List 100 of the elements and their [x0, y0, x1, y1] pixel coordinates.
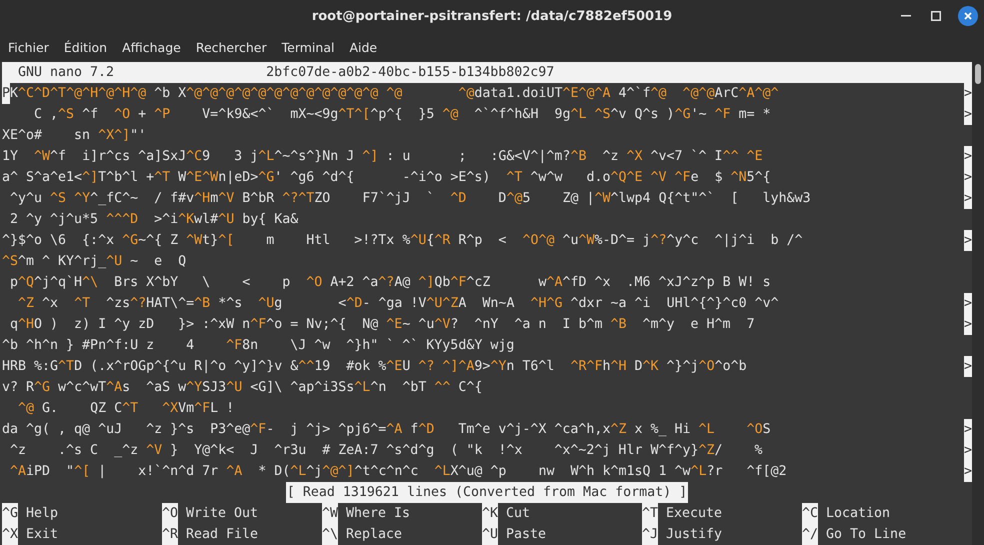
- terminal-text: ^z .^s C _^z: [9, 442, 140, 460]
- control-char-text: ^X: [161, 400, 178, 418]
- shortcut-key: ^\: [322, 524, 338, 545]
- terminal-text: +: [137, 106, 148, 124]
- control-char-text: ^?: [130, 295, 146, 313]
- control-char-text: ^V: [650, 169, 667, 187]
- control-char-text: ^O: [746, 421, 763, 439]
- menu-item[interactable]: Terminal: [282, 40, 342, 54]
- control-char-text: ^H: [18, 316, 34, 334]
- terminal-text: ^v Q^s ): [610, 106, 675, 124]
- terminal-text: p: [9, 274, 18, 292]
- terminal-text: ^x: [41, 295, 60, 313]
- control-char-text: ^Z: [610, 421, 626, 439]
- control-char-text: ^R^F: [570, 358, 602, 376]
- control-char-text: ^B: [610, 316, 626, 334]
- terminal-text: ^w^w d.o: [529, 169, 610, 187]
- control-char-text: ^@: [457, 85, 474, 103]
- control-char-text: ^W: [186, 232, 202, 250]
- control-char-text: ^L: [690, 463, 707, 481]
- terminal-text: O ) z) I ^y zD }> :^xW n: [34, 316, 250, 334]
- shortcut-label: Execute: [666, 505, 722, 523]
- control-char-text: ^Q: [18, 274, 34, 292]
- terminal-text: ^m ^ KY^rj_: [18, 253, 106, 271]
- scrollbar[interactable]: [972, 62, 984, 545]
- close-button[interactable]: [958, 6, 978, 26]
- terminal-text: ^u: [561, 232, 578, 250]
- shortcut-key: ^G: [2, 503, 18, 524]
- terminal-text: ^n ^bT: [370, 379, 428, 397]
- control-char-text: ^A: [106, 379, 122, 397]
- terminal-text: "': [130, 127, 146, 145]
- status-message: [ Read 1319621 lines (Converted from Mac format) ]: [286, 482, 688, 503]
- maximize-button[interactable]: [928, 8, 944, 24]
- control-char-text: ^D: [418, 421, 434, 439]
- control-char-text: ^S: [593, 106, 611, 124]
- terminal-text: wl#: [194, 211, 218, 229]
- terminal-text: ^b ^h^n } #Pn^f:U z 4: [2, 337, 196, 355]
- terminal-text: XE^o# sn: [2, 127, 92, 145]
- overflow-marker: >: [964, 146, 972, 167]
- control-char-text: ^@: [650, 85, 667, 103]
- overflow-marker: >: [964, 230, 972, 251]
- control-char-text: ^D: [450, 190, 466, 208]
- terminal-text: n T6^l: [506, 358, 556, 376]
- terminal-text: ^zs: [105, 295, 130, 313]
- control-char-text: ^H: [610, 358, 627, 376]
- control-char-text: ^B: [570, 148, 586, 166]
- terminal-text: } Y@^k< J ^r3u # ZeA:7 ^s^d^g ( "k !^x ^x^~2^j Hlr W^f^y}: [169, 442, 698, 460]
- terminal-text: 5^{: [746, 169, 772, 187]
- menu-item[interactable]: Rechercher: [196, 40, 275, 54]
- terminal-text: da ^g( , q@ ^uJ ^z }^s P3^e@: [2, 421, 250, 439]
- terminal-text: v? R: [2, 379, 34, 397]
- terminal-text: / %: [714, 442, 764, 460]
- control-char-text: ^?: [378, 274, 394, 292]
- control-char-text: ^? ^]^A: [418, 358, 474, 376]
- control-char-text: ^E: [386, 316, 402, 334]
- terminal-text: ^o = Nv;^{ N@: [266, 316, 380, 334]
- control-char-text: ^A: [9, 463, 26, 481]
- control-char-text: ^^: [434, 379, 450, 397]
- control-char-text: ^G: [674, 106, 691, 124]
- control-char-text: ^U: [258, 295, 274, 313]
- control-char-text: ^A: [386, 421, 402, 439]
- terminal-text: SJ3: [202, 379, 226, 397]
- terminal-text: g <: [274, 295, 346, 313]
- terminal-text: {: [426, 232, 434, 250]
- menu-item[interactable]: Aide: [349, 40, 386, 54]
- terminal-text: T^b^l +: [98, 169, 154, 187]
- terminal-text: ?r ^f[@2: [706, 463, 787, 481]
- shortcut-key: ^J: [642, 524, 658, 545]
- shortcut-key: ^O: [162, 503, 178, 524]
- control-char-text: ^D: [346, 295, 362, 313]
- control-char-text: ^F: [226, 337, 242, 355]
- terminal-text: ^m^y e H^m 7: [641, 316, 756, 334]
- control-char-text: ^W: [594, 190, 611, 208]
- menu-item[interactable]: Fichier: [8, 40, 57, 54]
- terminal-text: ^j^q`H: [34, 274, 82, 292]
- terminal-text: n|eD>: [218, 169, 258, 187]
- menu-item[interactable]: Édition: [64, 40, 116, 54]
- terminal-text: ^y^u: [9, 190, 44, 208]
- overflow-marker: >: [964, 419, 972, 440]
- control-char-text: ^E: [386, 358, 402, 376]
- terminal-text: >^i: [153, 211, 178, 229]
- terminal-text: K: [10, 85, 18, 103]
- terminal-text: ^`^f^h&H 9g: [473, 106, 570, 124]
- control-char-text: ^P: [154, 106, 170, 124]
- terminal-text: by{ Ka&: [241, 211, 298, 229]
- terminal-text: A Wn~A: [458, 295, 516, 313]
- scrollbar-thumb[interactable]: [975, 64, 981, 84]
- window-title: root@portainer-psitransfert: /data/c7882ef50019: [312, 8, 672, 24]
- control-char-text: ^O: [114, 106, 130, 124]
- control-char-text: ^L: [434, 463, 450, 481]
- terminal-text: V=^k9&<^` mX~<9g: [201, 106, 338, 124]
- control-char-text: ^L: [698, 421, 715, 439]
- shortcut-key: ^W: [322, 503, 338, 524]
- terminal-text: '~: [690, 106, 708, 124]
- menu-item[interactable]: Affichage: [122, 40, 189, 54]
- terminal-text: a^ S^a^e1<: [2, 169, 82, 187]
- terminal-text: ^f: [81, 106, 100, 124]
- terminal-text: m Htl >!?Tx %: [265, 232, 410, 250]
- overflow-marker: >: [964, 167, 972, 188]
- control-char-text: ^?^T: [282, 190, 314, 208]
- control-char-text: ^Z: [17, 295, 34, 313]
